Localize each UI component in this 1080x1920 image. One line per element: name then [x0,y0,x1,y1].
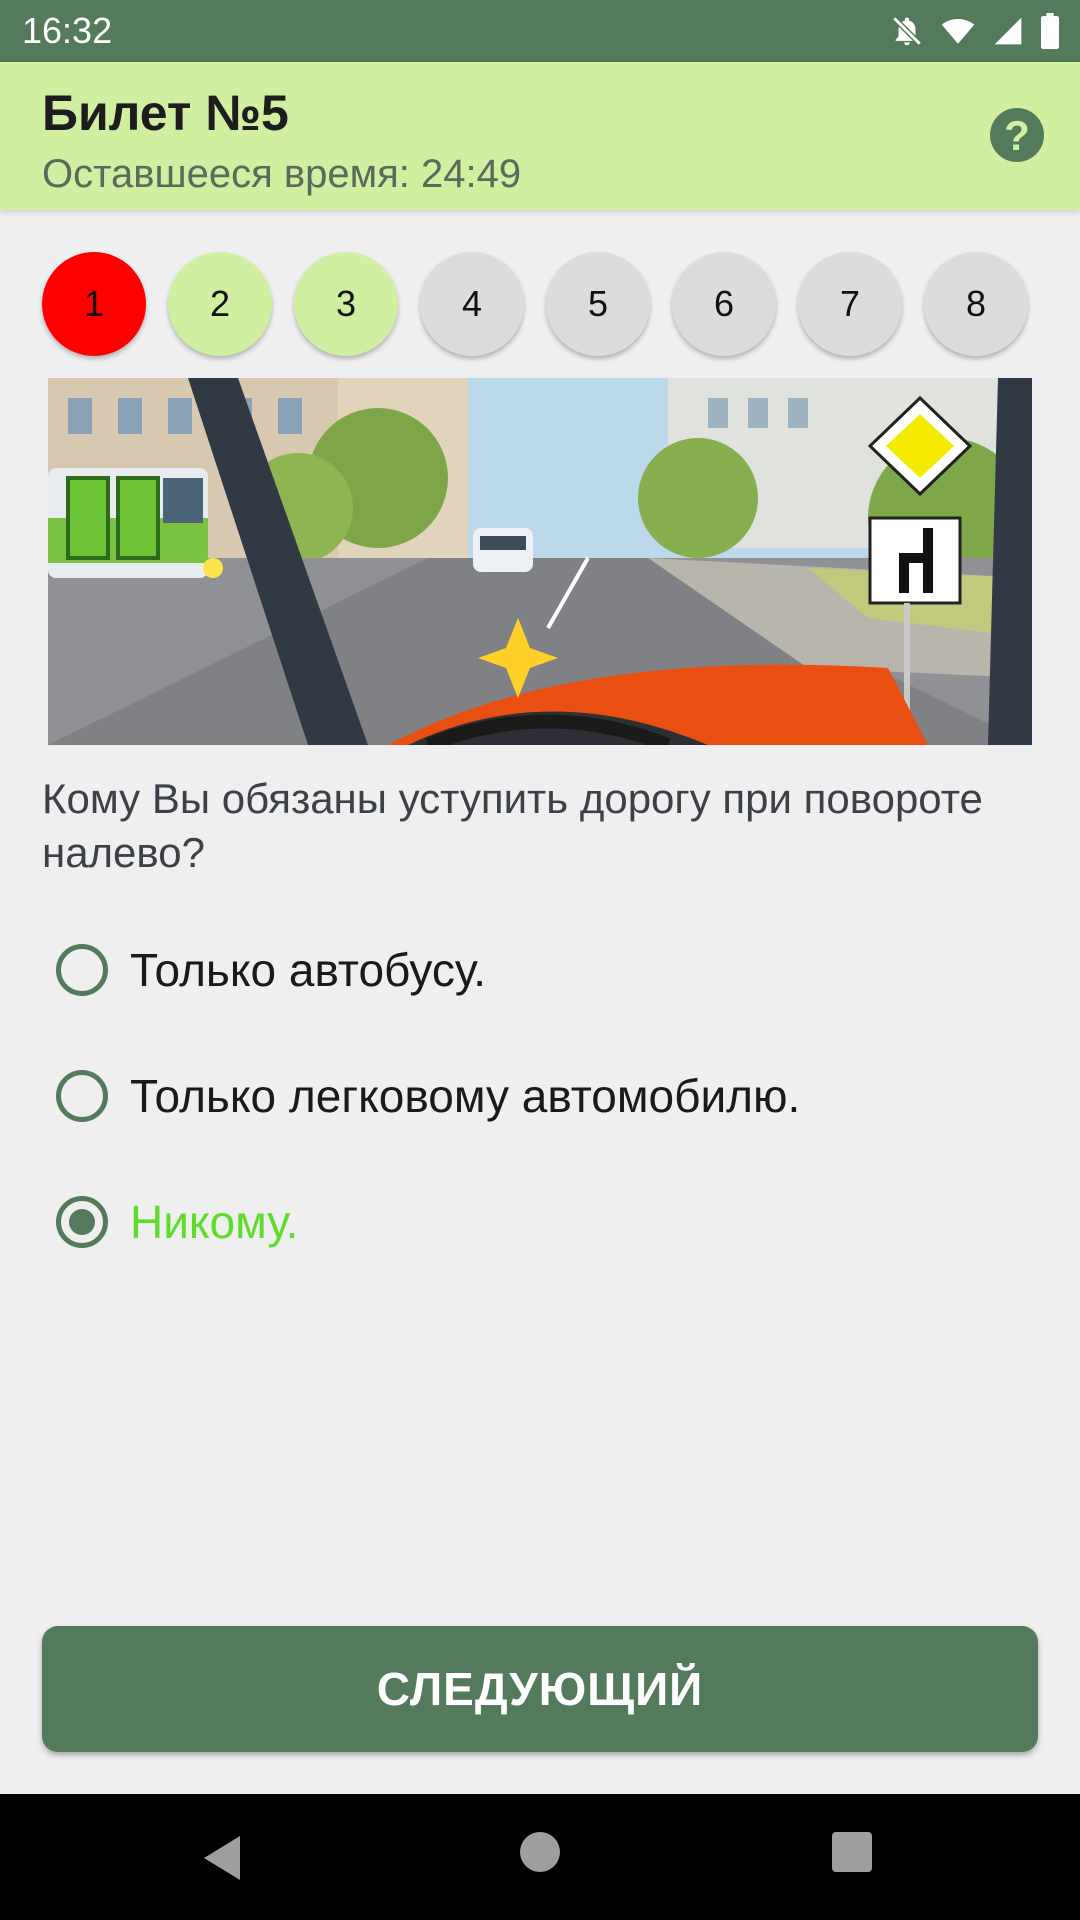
question-pill-1[interactable]: 1 [42,252,146,356]
recents-icon[interactable] [832,1832,872,1872]
answer-label: Только автобусу. [130,944,487,996]
remaining-time-label: Оставшееся время: [42,152,410,196]
ticket-title: Билет №5 [42,85,289,141]
status-bar: 16:32 [0,0,1080,62]
question-pill-4[interactable]: 4 [420,252,524,356]
radio-button-selected[interactable] [56,1196,108,1248]
remaining-time-value: 24:49 [420,152,522,196]
question-image [48,378,1032,745]
back-icon[interactable] [200,1834,244,1882]
home-icon[interactable] [520,1832,560,1872]
help-icon[interactable]: ? [990,108,1044,162]
system-nav-bar [0,1794,1080,1920]
status-icons [890,12,1060,50]
question-pill-7[interactable]: 7 [798,252,902,356]
answer-option-3[interactable]: Никому. [56,1187,1036,1257]
question-navigator: 1 2 3 4 5 6 7 8 [42,252,1038,356]
answer-label-correct: Никому. [130,1196,299,1248]
radio-button[interactable] [56,944,108,996]
answer-option-2[interactable]: Только легковому автомобилю. [56,1061,1036,1131]
question-pill-2[interactable]: 2 [168,252,272,356]
question-pill-6[interactable]: 6 [672,252,776,356]
question-pill-3[interactable]: 3 [294,252,398,356]
question-pill-5[interactable]: 5 [546,252,650,356]
cellular-signal-icon [994,17,1022,45]
radio-button[interactable] [56,1070,108,1122]
app-bar: Билет №5 Оставшееся время: 24:49 ? [0,62,1080,210]
status-time: 16:32 [22,10,113,51]
answer-option-1[interactable]: Только автобусу. [56,935,1036,1005]
battery-icon [1041,13,1059,49]
notifications-off-icon [892,16,922,46]
remaining-time: Оставшееся время: 24:49 [42,152,521,197]
wifi-icon [941,18,975,44]
question-text: Кому Вы обязаны уступить дорогу при пово… [42,775,983,876]
question-pill-8[interactable]: 8 [924,252,1028,356]
answer-label: Только легковому автомобилю. [130,1070,801,1122]
next-button[interactable]: СЛЕДУЮЩИЙ [42,1626,1038,1752]
